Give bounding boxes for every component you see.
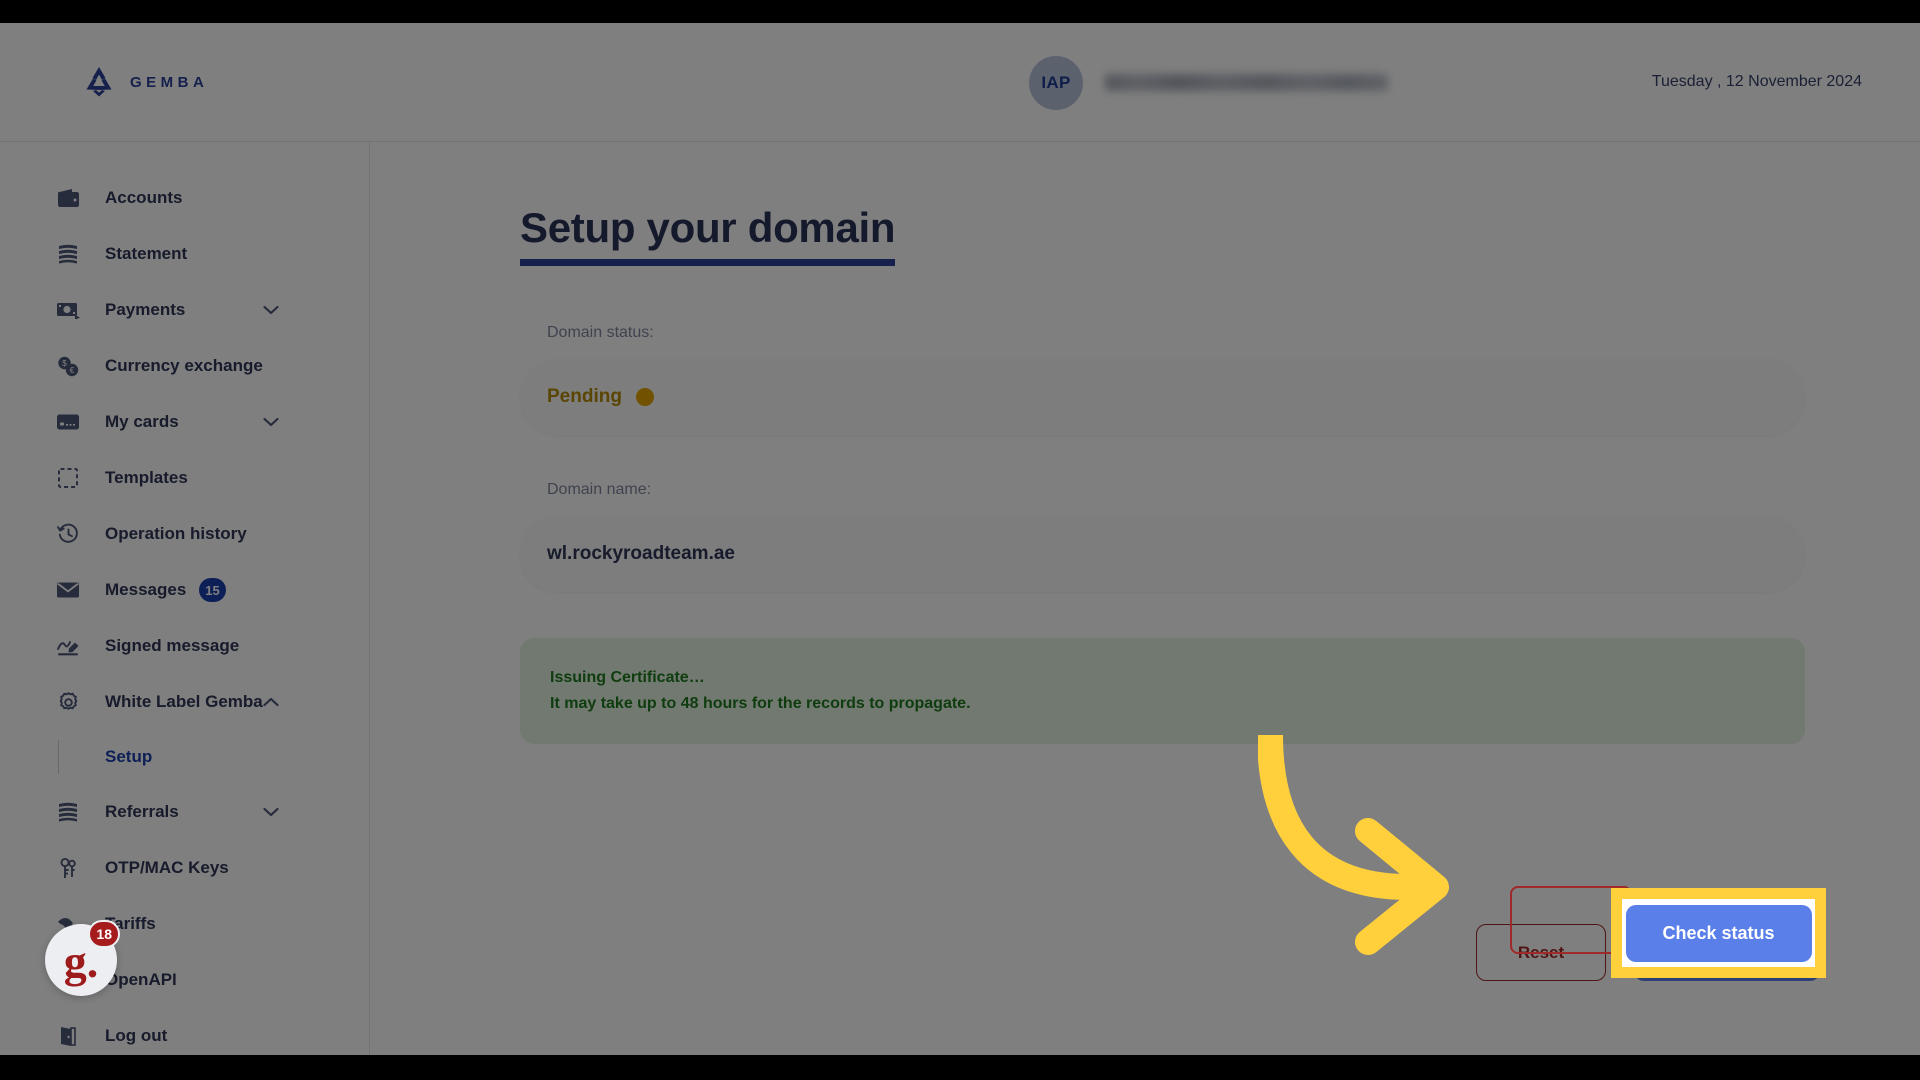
sidebar-item-label: Currency exchange (105, 356, 263, 375)
sidebar-item-setup[interactable]: Setup (0, 738, 369, 776)
sidebar-item-my-cards[interactable]: My cards (0, 402, 369, 442)
document-stack-icon (55, 241, 81, 267)
certificate-notice: Issuing Certificate… It may take up to 4… (520, 638, 1805, 744)
chevron-up-icon[interactable] (263, 697, 279, 707)
clock-history-icon (55, 521, 81, 547)
reset-button[interactable]: Reset (1476, 924, 1606, 981)
sidebar-item-messages[interactable]: Messages 15 (0, 570, 369, 610)
sidebar-item-white-label-gemba[interactable]: White Label Gemba (0, 682, 369, 722)
sidebar-item-label: Templates (105, 468, 188, 487)
envelope-icon (55, 577, 81, 603)
sidebar-subitem-label: Setup (105, 747, 153, 766)
wallet-icon (55, 185, 81, 211)
sidebar-item-operation-history[interactable]: Operation history (0, 514, 369, 554)
gemba-logo-icon (82, 67, 116, 97)
chevron-down-icon[interactable] (263, 305, 279, 315)
dashed-square-icon (55, 465, 81, 491)
chat-logo-icon: g. (63, 936, 99, 987)
sidebar-item-templates[interactable]: Templates (0, 458, 369, 498)
chat-unread-badge: 18 (88, 920, 120, 948)
domain-name-value: wl.rockyroadteam.ae (547, 543, 735, 564)
gear-icon (55, 689, 81, 715)
domain-status-label: Domain status: (547, 324, 654, 341)
svg-text:€: € (70, 366, 75, 375)
credit-card-icon (55, 409, 81, 435)
sidebar-item-log-out[interactable]: Log out (0, 1016, 369, 1055)
app-header: GEMBA IAP Tuesday , 12 November 2024 (0, 23, 1920, 142)
sidebar-item-label: Accounts (105, 188, 183, 207)
avatar[interactable]: IAP (1029, 55, 1083, 110)
sidebar-item-currency-exchange[interactable]: $ € Currency exchange (0, 346, 369, 386)
sidebar-item-label: Statement (105, 244, 188, 263)
brand-name: GEMBA (130, 73, 209, 91)
notice-line-1: Issuing Certificate… (550, 669, 705, 686)
letterbox-top (0, 0, 1920, 23)
coins-exchange-icon: $ € (55, 353, 81, 379)
sidebar: Accounts Statement Payments $ € Currency… (0, 142, 370, 1055)
status-dot-icon (635, 388, 654, 406)
chat-widget-button[interactable]: g. 18 (45, 920, 120, 996)
document-stack-icon (55, 799, 81, 825)
letterbox-bottom (0, 1055, 1920, 1080)
sidebar-item-label: Payments (105, 300, 186, 319)
notice-line-2: It may take up to 48 hours for the recor… (550, 695, 971, 712)
sidebar-item-label: Signed message (105, 636, 240, 655)
brand-logo[interactable]: GEMBA (82, 67, 208, 97)
sidebar-item-statement[interactable]: Statement (0, 234, 369, 274)
chevron-down-icon[interactable] (263, 417, 279, 427)
annotation-highlight-box: Check status (1611, 888, 1826, 978)
status-text: Pending (547, 386, 622, 407)
sidebar-item-otp-mac-keys[interactable]: OTP/MAC Keys (0, 848, 369, 888)
svg-text:$: $ (62, 359, 67, 368)
sidebar-item-signed-message[interactable]: Signed message (0, 626, 369, 666)
signature-icon (55, 633, 81, 659)
banknote-icon (55, 297, 81, 323)
sidebar-item-referrals[interactable]: Referrals (0, 792, 369, 832)
exit-door-icon (55, 1023, 81, 1049)
keys-icon (55, 855, 81, 881)
sidebar-item-label: Referrals (105, 802, 179, 821)
sidebar-item-label: White Label Gemba (105, 692, 263, 711)
sidebar-item-label: Messages (105, 580, 187, 599)
chevron-down-icon[interactable] (263, 807, 279, 817)
page-title: Setup your domain (520, 204, 896, 266)
domain-name-card: wl.rockyroadteam.ae (520, 516, 1805, 592)
screen: GEMBA IAP Tuesday , 12 November 2024 Acc… (0, 0, 1920, 1080)
user-email-redacted (1105, 74, 1388, 91)
sidebar-item-payments[interactable]: Payments (0, 290, 369, 330)
sidebar-item-accounts[interactable]: Accounts (0, 178, 369, 218)
domain-name-label: Domain name: (547, 481, 652, 498)
sidebar-item-label: My cards (105, 412, 179, 431)
sidebar-item-label: OpenAPI (105, 970, 177, 989)
check-status-button-highlighted[interactable]: Check status (1625, 904, 1812, 962)
domain-status-card: Pending (520, 359, 1805, 435)
messages-unread-badge: 15 (199, 578, 226, 602)
sidebar-item-label: Operation history (105, 524, 247, 543)
status-badge: Pending (547, 386, 654, 408)
sidebar-item-label: OTP/MAC Keys (105, 858, 229, 877)
header-date: Tuesday , 12 November 2024 (1651, 73, 1862, 90)
sidebar-item-label: Log out (105, 1026, 168, 1045)
